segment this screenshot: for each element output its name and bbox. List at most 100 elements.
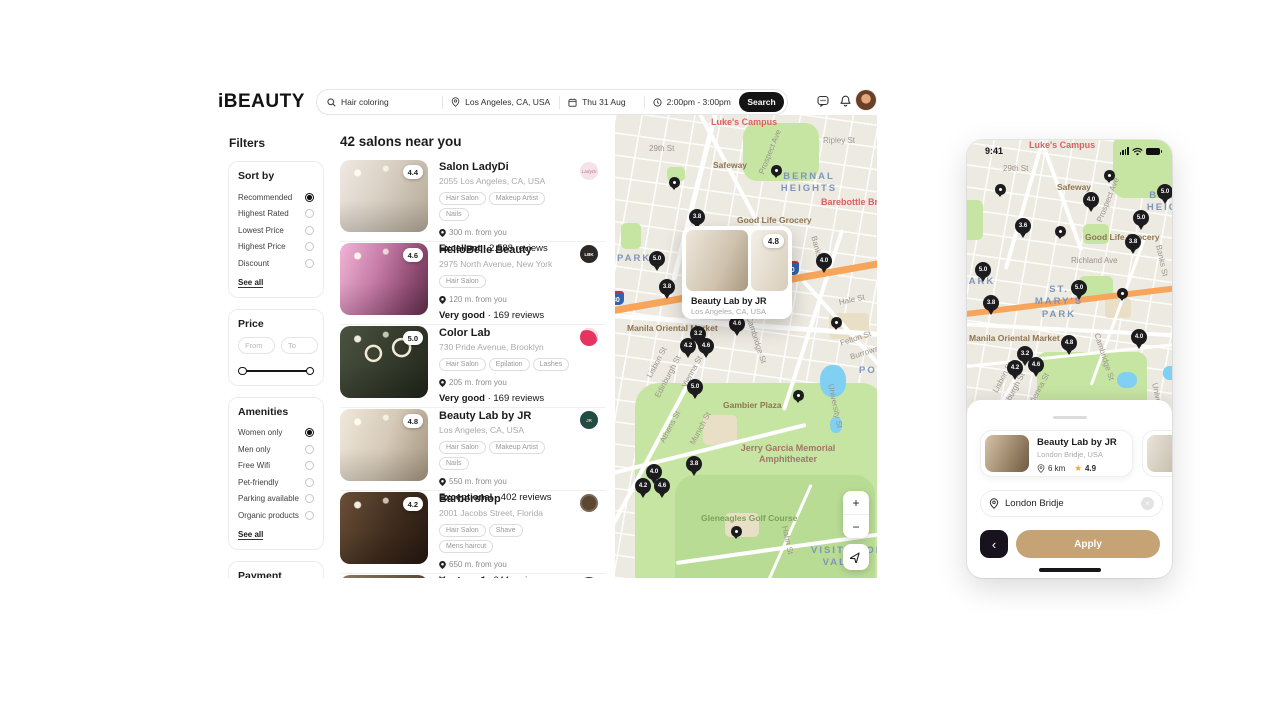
map-pin[interactable]: 4.0 (1083, 192, 1099, 208)
zoom-in-button[interactable]: + (843, 491, 869, 515)
radio-button[interactable] (305, 226, 314, 235)
map-pin[interactable]: 3.8 (686, 456, 702, 472)
amenities-see-all-link[interactable]: See all (238, 530, 263, 540)
sort-option[interactable]: Lowest Price (238, 222, 314, 239)
sheet-drag-handle[interactable] (1053, 416, 1087, 419)
clear-input-button[interactable]: × (1141, 497, 1154, 510)
radio-button[interactable] (305, 193, 314, 202)
slider-max-handle[interactable] (306, 367, 315, 376)
radio-button[interactable] (305, 445, 314, 454)
map-pin[interactable]: 3.8 (689, 209, 705, 225)
amenity-option[interactable]: Free Wifi (238, 458, 314, 475)
map-pin[interactable]: 4.2 (680, 338, 696, 354)
map-pin[interactable]: 3.8 (659, 279, 675, 295)
map-pin[interactable] (1104, 170, 1115, 181)
locate-me-button[interactable] (843, 544, 869, 570)
map-pin[interactable]: 3.8 (983, 295, 999, 311)
search-query-field[interactable]: Hair coloring (327, 97, 442, 107)
price-to-input[interactable] (281, 337, 318, 354)
map-pin[interactable]: 4.0 (816, 253, 832, 269)
phone-salon-card[interactable]: Beauty Lab by JR London Bridje, USA 6 km… (980, 430, 1133, 477)
price-from-input[interactable] (238, 337, 275, 354)
rating-badge: 4.8 (403, 414, 423, 428)
map-pin[interactable]: 4.6 (1028, 357, 1044, 373)
radio-button[interactable] (305, 511, 314, 520)
salon-photo: 4.2 (340, 492, 428, 564)
map-pin[interactable]: 4.6 (654, 478, 670, 494)
salon-card[interactable]: 4.4 Salon LadyDi 2055 Los Angeles, CA, U… (340, 160, 606, 242)
amenity-options: Women only Men only Free Wifi Pet-friend… (238, 425, 314, 524)
amenity-option[interactable]: Men only (238, 441, 314, 458)
time-field[interactable]: 2:00pm - 3:00pm (653, 97, 739, 107)
map-pin[interactable]: 3.8 (1125, 234, 1141, 250)
salon-card[interactable]: Barbershop · (340, 575, 606, 578)
location-field[interactable]: Los Angeles, CA, USA (451, 97, 559, 107)
map-pin[interactable]: 5.0 (1133, 210, 1149, 226)
map-pin[interactable] (1117, 288, 1128, 299)
map-pin[interactable]: 5.0 (649, 251, 665, 267)
amenity-option[interactable]: Women only (238, 425, 314, 442)
pin-rating: 4.6 (733, 321, 741, 327)
map-pin[interactable]: 4.2 (1007, 360, 1023, 376)
back-button[interactable]: ‹ (980, 530, 1008, 558)
phone-location-input[interactable]: London Bridje × (980, 490, 1163, 517)
map-label: BERNAL HEIGHTS (773, 171, 845, 196)
radio-button[interactable] (305, 461, 314, 470)
phone-salon-card-partial[interactable] (1142, 430, 1172, 477)
sort-option[interactable]: Discount (238, 255, 314, 272)
map-pin[interactable] (831, 317, 842, 328)
service-tag: Nails (439, 208, 469, 221)
salon-card[interactable]: 4.2 Barbershop 2001 Jacobs Street, Flori… (340, 492, 606, 574)
map-pin[interactable]: 5.0 (975, 262, 991, 278)
map-pin[interactable] (669, 177, 680, 188)
phone-map[interactable]: Luke's Campus29th StSafewayProspect AveB… (967, 140, 1172, 410)
radio-button[interactable] (305, 478, 314, 487)
radio-button[interactable] (305, 494, 314, 503)
slider-min-handle[interactable] (238, 367, 247, 376)
status-icons (1120, 147, 1160, 156)
sort-option[interactable]: Highest Price (238, 239, 314, 256)
map-pin[interactable]: 5.0 (687, 379, 703, 395)
salon-results-list[interactable]: 42 salons near you 4.4 Salon LadyDi 2055… (340, 132, 606, 578)
pin-rating: 3.8 (987, 300, 995, 306)
filters-sidebar: Filters Sort by Recommended Highest Rate… (228, 136, 324, 578)
sort-option[interactable]: Recommended (238, 189, 314, 206)
radio-button[interactable] (305, 428, 314, 437)
amenity-option[interactable]: Pet-friendly (238, 474, 314, 491)
apply-button[interactable]: Apply (1016, 530, 1160, 558)
salon-card[interactable]: 5.0 Color Lab 730 Pride Avenue, Brooklyn… (340, 326, 606, 408)
map-pin[interactable] (793, 390, 804, 401)
user-avatar[interactable] (856, 90, 876, 110)
pin-rating: 4.6 (702, 343, 710, 349)
salon-rating-row: Very good · 169 reviews (439, 310, 577, 321)
zoom-out-button[interactable]: − (843, 515, 869, 538)
map-pin[interactable] (731, 526, 742, 537)
date-field[interactable]: Thu 31 Aug (568, 97, 644, 107)
sort-option[interactable]: Highest Rated (238, 206, 314, 223)
map-pin[interactable]: 3.6 (1015, 218, 1031, 234)
map-pin[interactable]: 4.0 (1131, 329, 1147, 345)
map-pin[interactable]: 4.8 (1061, 335, 1077, 351)
salon-card[interactable]: 4.6 HelloBelle Beauty 2975 North Avenue,… (340, 243, 606, 325)
sort-see-all-link[interactable]: See all (238, 278, 263, 288)
radio-button[interactable] (305, 259, 314, 268)
map-pin[interactable] (1055, 226, 1066, 237)
map-pin[interactable]: 4.2 (635, 478, 651, 494)
pin-icon (1037, 464, 1045, 473)
map-label: Gambier Plaza (723, 400, 782, 410)
salon-card[interactable]: 4.8 Beauty Lab by JR Los Angeles, CA, US… (340, 409, 606, 491)
map-pin[interactable] (771, 165, 782, 176)
amenity-option[interactable]: Parking available (238, 491, 314, 508)
radio-button[interactable] (305, 209, 314, 218)
search-button[interactable]: Search (739, 92, 784, 112)
radio-button[interactable] (305, 242, 314, 251)
map-pin[interactable] (995, 184, 1006, 195)
map-salon-popup[interactable]: 4.8 Beauty Lab by JR Los Angeles, CA, US… (682, 226, 792, 319)
map-pin[interactable]: 5.0 (1071, 280, 1087, 296)
map-panel[interactable]: Luke's Campus29th StSafewayProspect AveR… (615, 115, 877, 578)
messages-button[interactable] (816, 94, 830, 108)
map-pin[interactable]: 5.0 (1157, 184, 1172, 200)
notifications-button[interactable] (838, 94, 852, 108)
map-pin[interactable]: 4.6 (698, 338, 714, 354)
amenity-option[interactable]: Organic products (238, 507, 314, 524)
